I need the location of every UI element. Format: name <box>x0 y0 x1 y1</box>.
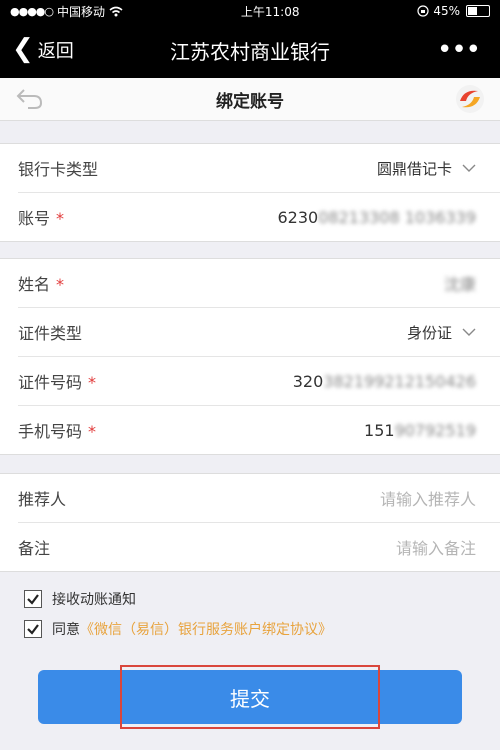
clock: 上午11:08 <box>240 4 300 19</box>
chevron-down-icon <box>462 328 476 336</box>
required-mark: * <box>88 422 97 441</box>
back-button[interactable]: ❮ 返回 <box>12 22 74 78</box>
name-label-wrap: 姓名 * <box>18 271 64 295</box>
app-header: ❮ 返回 江苏农村商业银行 ••• <box>0 22 500 78</box>
id-type-row[interactable]: 证件类型 身份证 <box>18 308 500 357</box>
phone-label-wrap: 手机号码 * <box>18 418 96 442</box>
id-type-value: 身份证 <box>406 323 452 342</box>
account-field[interactable]: 6230 08213308 1036339 <box>278 208 477 227</box>
notify-label: 接收动账通知 <box>52 592 136 608</box>
account-label-wrap: 账号 * <box>18 205 64 229</box>
phone-masked: 90792519 <box>394 420 476 440</box>
chevron-left-icon: ❮ <box>12 33 34 64</box>
battery-icon <box>466 5 490 17</box>
account-label: 账号 <box>18 209 51 228</box>
name-row[interactable]: 姓名 * 沈康 <box>18 259 500 308</box>
wifi-icon <box>109 6 123 16</box>
name-field[interactable]: 沈康 <box>444 271 476 295</box>
id-type-label: 证件类型 <box>18 324 83 343</box>
card-type-value: 圆鼎借记卡 <box>376 159 452 178</box>
status-right: 45% <box>417 4 490 18</box>
card-type-label: 银行卡类型 <box>18 160 99 179</box>
name-value: 沈康 <box>443 275 476 294</box>
submit-wrap: 提交 <box>38 670 462 724</box>
page-title: 绑定账号 <box>216 91 284 112</box>
id-number-label: 证件号码 <box>18 373 83 392</box>
status-bar: ●●●●○ 中国移动 上午11:08 45% <box>0 0 500 22</box>
checkmark-icon <box>27 594 39 605</box>
more-button[interactable]: ••• <box>437 22 481 78</box>
referrer-input[interactable]: 请输入推荐人 <box>380 486 476 510</box>
card-type-row[interactable]: 银行卡类型 圆鼎借记卡 <box>18 144 500 193</box>
notify-checkbox[interactable] <box>24 590 42 608</box>
back-label: 返回 <box>37 41 74 62</box>
phone-row[interactable]: 手机号码 * 151 90792519 <box>18 406 500 454</box>
checkmark-icon <box>27 624 39 635</box>
id-number-prefix: 320 <box>292 371 324 391</box>
required-mark: * <box>88 373 97 392</box>
referrer-label: 推荐人 <box>18 490 67 509</box>
agreement-link[interactable]: 《微信（易信）银行服务账户绑定协议》 <box>80 619 332 639</box>
carrier: 中国移动 <box>57 4 106 19</box>
agreement-option[interactable]: 同意 《微信（易信）银行服务账户绑定协议》 <box>24 616 500 642</box>
phone-label: 手机号码 <box>18 422 83 441</box>
card-type-select[interactable]: 圆鼎借记卡 <box>377 158 476 179</box>
page-header: 绑定账号 <box>0 78 500 121</box>
account-prefix: 6230 <box>277 207 319 227</box>
card-info-group: 银行卡类型 圆鼎借记卡 账号 * 6230 08213308 1036339 <box>0 143 500 242</box>
signal-icon: ●●●●○ <box>10 4 54 18</box>
app-title: 江苏农村商业银行 <box>170 39 330 64</box>
status-left: ●●●●○ 中国移动 <box>10 3 123 20</box>
required-mark: * <box>56 209 65 228</box>
remark-input[interactable]: 请输入备注 <box>396 535 476 559</box>
bank-logo-icon <box>456 85 484 113</box>
checkbox-group: 接收动账通知 同意 《微信（易信）银行服务账户绑定协议》 <box>0 586 500 642</box>
notify-option[interactable]: 接收动账通知 <box>24 586 500 612</box>
battery-percent: 45% <box>433 4 460 18</box>
agree-checkbox[interactable] <box>24 620 42 638</box>
id-number-label-wrap: 证件号码 * <box>18 369 96 393</box>
remark-label: 备注 <box>18 539 51 558</box>
required-mark: * <box>56 275 65 294</box>
chevron-down-icon <box>462 164 476 172</box>
id-number-row[interactable]: 证件号码 * 320 382199212150426 <box>18 357 500 406</box>
submit-button[interactable]: 提交 <box>38 670 462 724</box>
agree-prefix: 同意 <box>52 622 80 638</box>
account-row[interactable]: 账号 * 6230 08213308 1036339 <box>18 193 500 241</box>
referrer-row[interactable]: 推荐人 请输入推荐人 <box>18 474 500 523</box>
personal-info-group: 姓名 * 沈康 证件类型 身份证 证件号码 * 320 382199212150426… <box>0 258 500 455</box>
optional-info-group: 推荐人 请输入推荐人 备注 请输入备注 <box>0 473 500 572</box>
id-number-field[interactable]: 320 382199212150426 <box>293 372 476 391</box>
phone-field[interactable]: 151 90792519 <box>364 421 476 440</box>
id-type-select[interactable]: 身份证 <box>407 322 476 343</box>
remark-row[interactable]: 备注 请输入备注 <box>18 523 500 571</box>
phone-prefix: 151 <box>364 420 395 440</box>
account-masked: 08213308 1036339 <box>318 207 476 227</box>
rotation-lock-icon <box>417 5 429 17</box>
name-label: 姓名 <box>18 275 51 294</box>
undo-icon[interactable] <box>16 86 44 110</box>
id-number-masked: 382199212150426 <box>323 371 476 391</box>
